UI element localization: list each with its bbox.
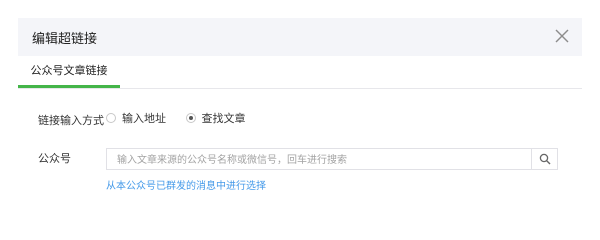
radio-circle[interactable] (106, 113, 116, 123)
radio-circle-checked[interactable] (185, 113, 196, 123)
radio-enter-url-label: 输入地址 (122, 112, 166, 125)
radio-find-article[interactable]: 查找文章 (185, 110, 246, 126)
account-search-input[interactable] (115, 149, 529, 171)
dialog-header: 编辑超链接 (18, 18, 582, 56)
account-search-box (106, 148, 558, 171)
account-label: 公众号 (38, 152, 71, 165)
search-icon (539, 153, 551, 165)
search-button[interactable] (531, 149, 557, 169)
radio-enter-url[interactable]: 输入地址 (106, 110, 166, 126)
tab-article-link[interactable]: 公众号文章链接 (18, 56, 120, 88)
select-from-sent-messages-link[interactable]: 从本公众号已群发的消息中进行选择 (106, 177, 266, 192)
tab-bar: 公众号文章链接 (18, 56, 582, 89)
dialog-title: 编辑超链接 (32, 32, 98, 47)
close-icon[interactable] (552, 26, 572, 46)
link-method-label: 链接输入方式 (38, 114, 104, 127)
link-method-radio-group: 输入地址 查找文章 (106, 110, 262, 126)
radio-find-article-label: 查找文章 (201, 112, 246, 125)
edit-hyperlink-dialog: 编辑超链接 公众号文章链接 链接输入方式 输入地址 查找文章 公众号 输入文章来… (0, 0, 600, 231)
